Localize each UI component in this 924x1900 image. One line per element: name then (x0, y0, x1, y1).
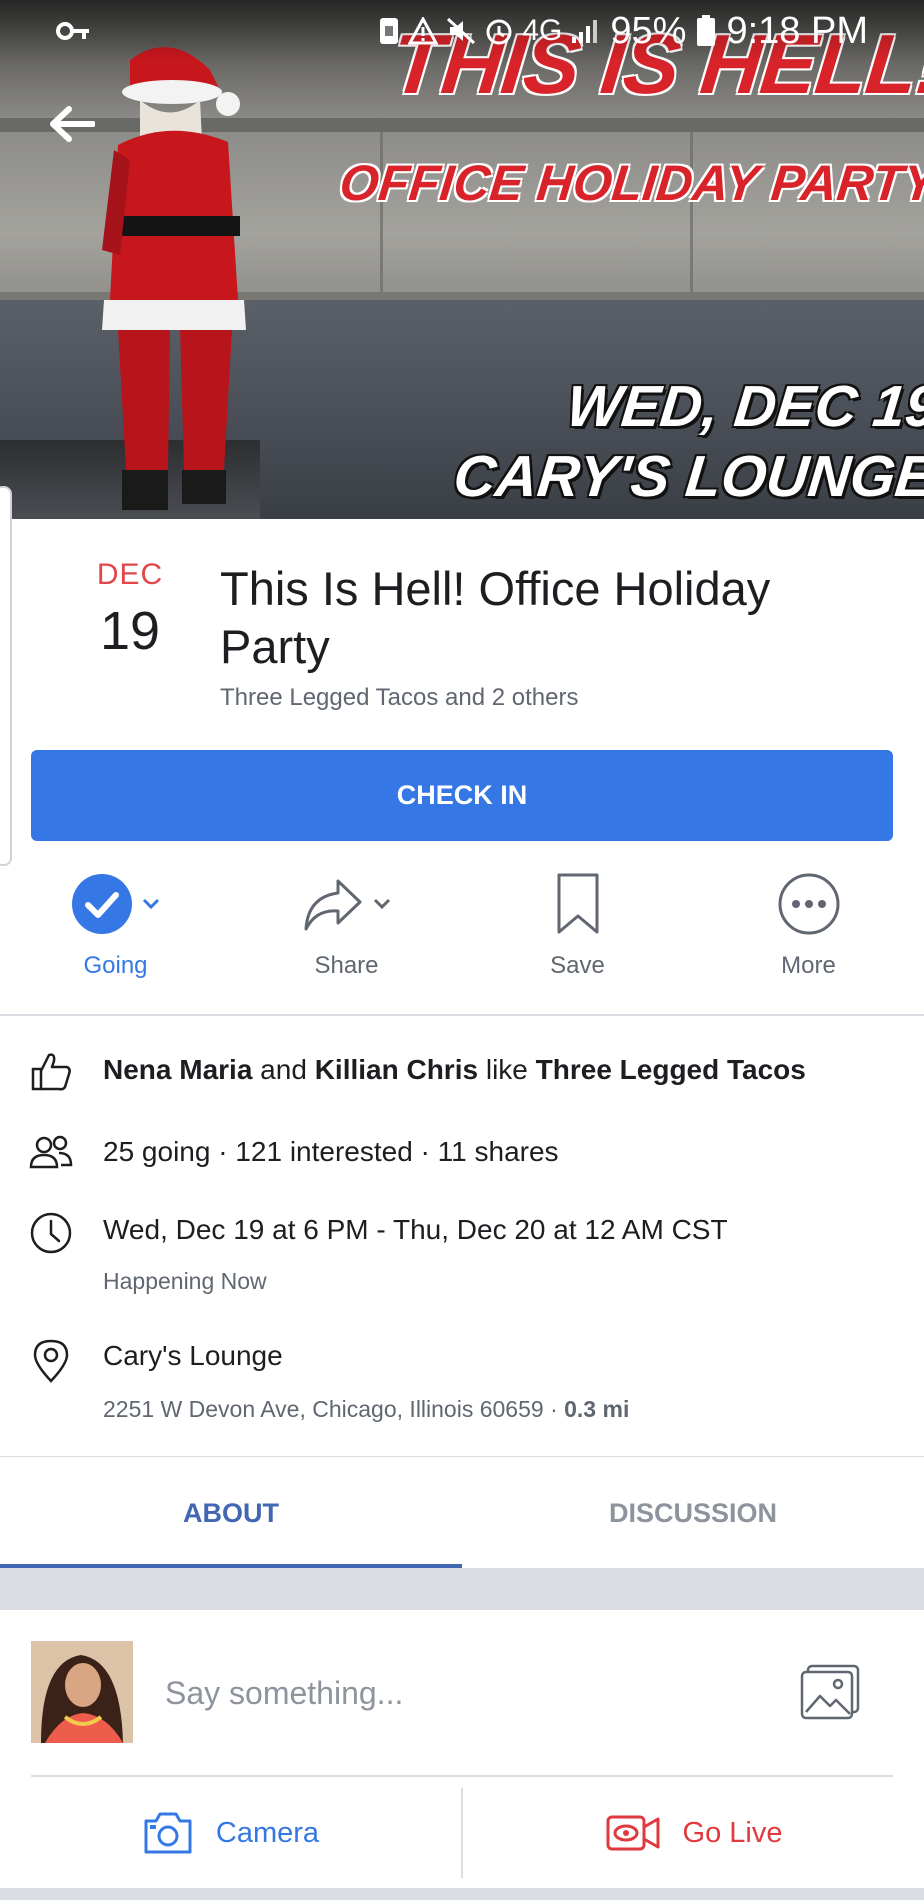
event-tabs: ABOUT DISCUSSION (0, 1458, 924, 1568)
photo-icon (800, 1664, 860, 1720)
likes-connector: like (478, 1054, 536, 1085)
happening-now-text: Happening Now (103, 1268, 267, 1294)
more-label: More (781, 952, 836, 979)
share-button[interactable]: Share (231, 870, 462, 980)
going-label: Going (83, 952, 148, 979)
location-pin-icon (28, 1338, 74, 1384)
event-date-block: DEC 19 (80, 558, 180, 662)
santa-figure (102, 47, 246, 510)
chevron-down-icon (373, 898, 390, 910)
tab-discussion[interactable]: DISCUSSION (462, 1458, 924, 1568)
bottom-separator (0, 1888, 924, 1900)
warning-icon (408, 17, 439, 45)
friend-name[interactable]: Nena Maria (103, 1054, 252, 1085)
event-month: DEC (96, 558, 164, 591)
status-bar: 4G 95% 9:18 PM (0, 0, 924, 62)
friend-name[interactable]: Killian Chris (315, 1054, 478, 1085)
save-button[interactable]: Save (462, 870, 693, 980)
event-time-text: Wed, Dec 19 at 6 PM - Thu, Dec 20 at 12 … (103, 1214, 728, 1245)
side-edge-handle[interactable] (0, 486, 12, 866)
go-live-label: Go Live (682, 1816, 783, 1849)
likes-connector: and (252, 1054, 315, 1085)
photo-button[interactable] (798, 1662, 862, 1722)
cover-date-text: WED, DEC 19 (563, 374, 924, 439)
location-address: 2251 W Devon Ave, Chicago, Illinois 6065… (103, 1396, 629, 1423)
save-label: Save (550, 952, 605, 979)
composer-actions: Camera Go Live (0, 1778, 924, 1888)
chevron-down-icon (142, 898, 159, 910)
key-icon (56, 22, 89, 40)
check-circle-icon (71, 874, 132, 934)
back-button[interactable] (44, 98, 100, 150)
event-day: 19 (99, 601, 161, 661)
battery-percent: 95% (610, 9, 687, 52)
back-arrow-icon (50, 106, 95, 142)
event-cover-image[interactable]: THIS IS HELL! OFFICE HOLIDAY PARTY WED, … (0, 0, 924, 519)
post-composer (0, 1610, 924, 1790)
event-action-bar: Going Share Save More (0, 870, 924, 980)
clock: 9:18 PM (726, 9, 868, 52)
distance-text: 0.3 mi (564, 1396, 630, 1422)
location-name: Cary's Lounge (103, 1340, 283, 1371)
page-name[interactable]: Three Legged Tacos (536, 1054, 806, 1085)
going-button[interactable]: Going (0, 870, 231, 980)
battery-icon (697, 15, 716, 46)
event-hosts[interactable]: Three Legged Tacos and 2 others (220, 684, 578, 712)
cover-venue-text: CARY'S LOUNGE (450, 444, 924, 509)
sim-card-icon (380, 18, 399, 44)
tab-about[interactable]: ABOUT (0, 1458, 462, 1568)
bookmark-icon (557, 873, 598, 934)
mute-icon (447, 17, 476, 45)
camera-icon (144, 1812, 192, 1854)
more-button[interactable]: More (693, 870, 924, 980)
guest-stats-text: 25 going · 121 interested · 11 shares (103, 1136, 559, 1167)
go-live-button[interactable]: Go Live (463, 1778, 924, 1888)
event-title: This Is Hell! Office Holiday Party (220, 562, 771, 673)
cover-subtitle-text: OFFICE HOLIDAY PARTY (336, 155, 924, 211)
clock-icon (28, 1210, 74, 1256)
check-in-button[interactable]: CHECK IN (31, 750, 893, 841)
camera-button[interactable]: Camera (0, 1778, 461, 1888)
share-arrow-icon (304, 879, 361, 931)
section-divider (0, 1014, 924, 1016)
thumbs-up-icon (28, 1048, 74, 1094)
avatar[interactable] (31, 1641, 133, 1743)
composer-divider (31, 1775, 893, 1777)
camera-label: Camera (215, 1816, 320, 1849)
live-video-icon (606, 1815, 660, 1851)
people-icon (28, 1130, 74, 1176)
share-label: Share (314, 952, 379, 979)
more-dots-icon (778, 873, 839, 935)
say-something-input[interactable] (165, 1668, 745, 1718)
section-separator (0, 1568, 924, 1610)
signal-icon (572, 20, 598, 43)
likes-text: Nena Maria and Killian Chris like Three … (103, 1054, 806, 1086)
section-divider (0, 1456, 924, 1457)
network-type: 4G (522, 14, 563, 47)
alarm-icon (486, 19, 512, 45)
address-text: 2251 W Devon Ave, Chicago, Illinois 6065… (103, 1396, 565, 1422)
